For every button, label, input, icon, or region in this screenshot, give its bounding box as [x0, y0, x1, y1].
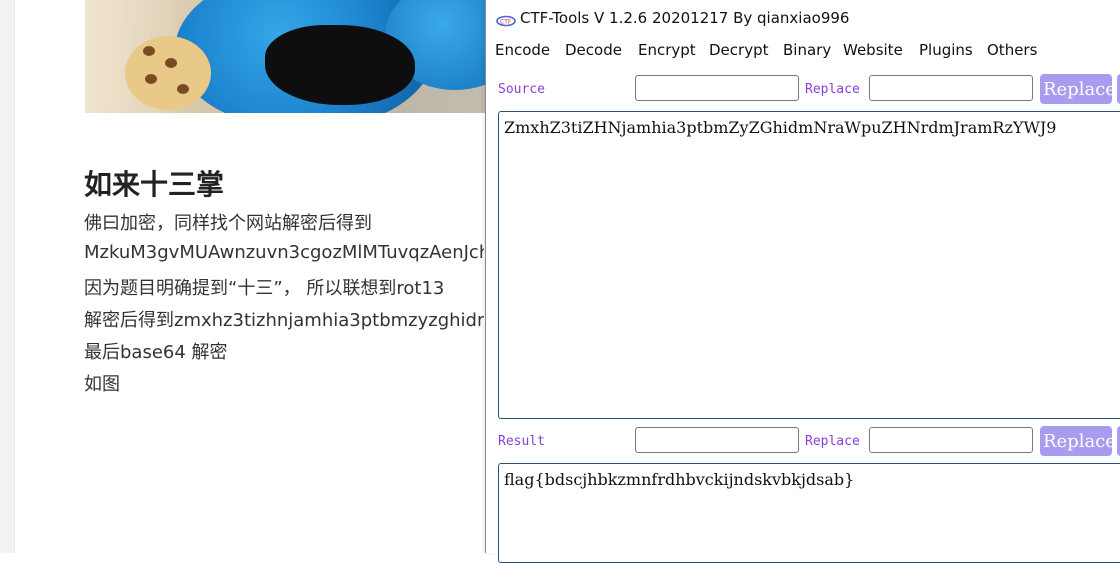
- window-title: CTF-Tools V 1.2.6 20201217 By qianxiao99…: [520, 9, 850, 27]
- menu-others[interactable]: Others: [987, 41, 1037, 59]
- menu-website[interactable]: Website: [843, 41, 903, 59]
- article-line-1: 佛曰加密，同样找个网站解密后得到: [84, 213, 372, 234]
- menu-plugins[interactable]: Plugins: [919, 41, 973, 59]
- menu-encrypt[interactable]: Encrypt: [638, 41, 696, 59]
- article-heading: 如来十三掌: [84, 168, 225, 201]
- gutter-divider: [14, 0, 15, 553]
- menu-binary[interactable]: Binary: [783, 41, 831, 59]
- result-replace-input[interactable]: [869, 427, 1033, 453]
- menu-encode[interactable]: Encode: [495, 41, 550, 59]
- page-left-gutter: [0, 0, 14, 553]
- article-image: [85, 0, 490, 113]
- article-line-2: MzkuM3gvMUAwnzuvn3cgozMlMTuvqzAenJchMUAe…: [84, 242, 484, 263]
- source-replace-label: Replace: [805, 82, 860, 97]
- result-replace-label: Replace: [805, 434, 860, 449]
- result-textarea[interactable]: flag{bdscjhbkzmnfrdhbvckijndskvbkjdsab}: [498, 463, 1120, 563]
- article-line-6: 如图: [84, 374, 120, 395]
- app-logo-icon: CTF: [496, 12, 516, 27]
- article-line-5: 最后base64 解密: [84, 342, 228, 363]
- source-replace-button[interactable]: Replace: [1040, 74, 1112, 104]
- source-find-input[interactable]: [635, 75, 799, 101]
- window-titlebar[interactable]: CTF CTF-Tools V 1.2.6 20201217 By qianxi…: [486, 0, 1120, 36]
- menu-bar: Encode Decode Encrypt Decrypt Binary Web…: [486, 38, 1120, 64]
- svg-text:CTF: CTF: [500, 19, 512, 26]
- result-replace-button[interactable]: Replace: [1040, 426, 1112, 456]
- result-label: Result: [498, 434, 545, 449]
- article-line-3: 因为题目明确提到“十三”， 所以联想到rot13: [84, 278, 445, 299]
- source-replace-input[interactable]: [869, 75, 1033, 101]
- result-find-input[interactable]: [635, 427, 799, 453]
- source-label: Source: [498, 82, 545, 97]
- article-line-4: 解密后得到zmxhz3tizhnjamhia3ptbmzyzghidmnraWp…: [84, 310, 484, 331]
- source-textarea[interactable]: ZmxhZ3tiZHNjamhia3ptbmZyZGhidmNraWpuZHNr…: [498, 111, 1120, 419]
- menu-decode[interactable]: Decode: [565, 41, 622, 59]
- menu-decrypt[interactable]: Decrypt: [709, 41, 768, 59]
- ctf-tools-window: CTF CTF-Tools V 1.2.6 20201217 By qianxi…: [485, 0, 1120, 563]
